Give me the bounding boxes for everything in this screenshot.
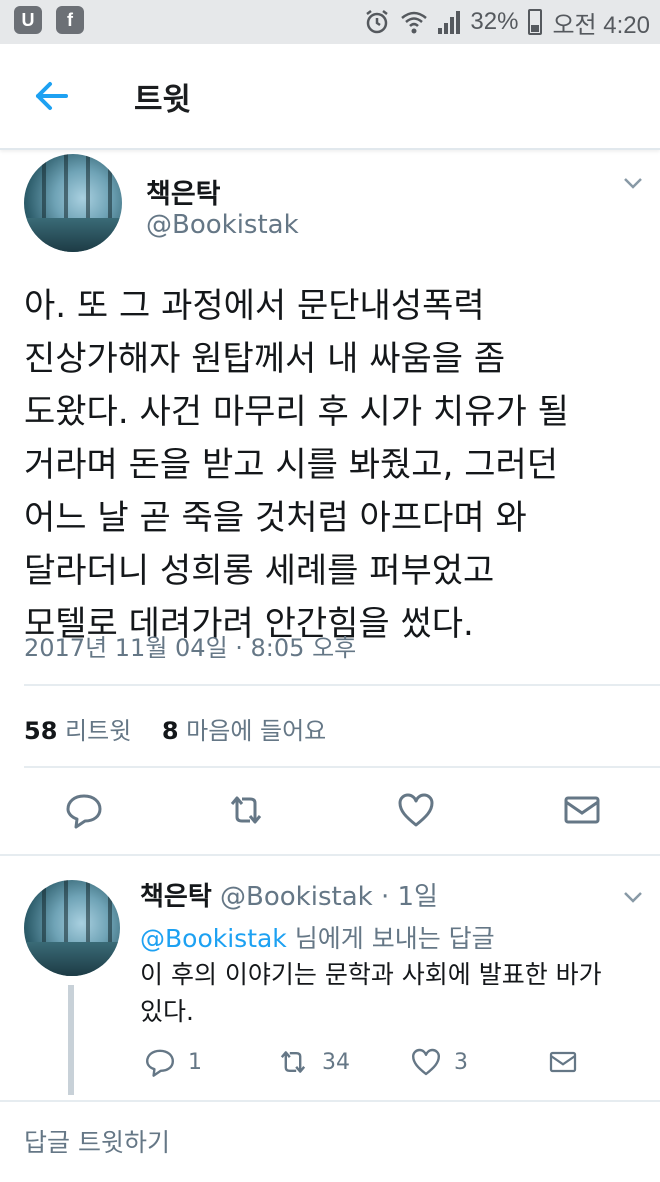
reply-icon xyxy=(146,1049,174,1077)
reply-actions: 1 34 3 xyxy=(140,1044,640,1084)
like-label[interactable]: 마음에 들어요 xyxy=(186,717,326,745)
retweet-count[interactable]: 58 xyxy=(24,717,57,745)
reply-reply-button[interactable]: 1 xyxy=(144,1044,202,1080)
reply-body: 이 후의 이야기는 문학과 사회에 발표한 바가 있다. xyxy=(140,956,640,1030)
retweet-label[interactable]: 리트윗 xyxy=(65,717,131,745)
retweet-icon[interactable] xyxy=(226,790,266,830)
status-bar-system: 32% 오전 4:20 xyxy=(364,6,650,39)
wifi-icon xyxy=(401,11,428,34)
retweet-icon xyxy=(280,1051,306,1073)
status-time: 오전 4:20 xyxy=(552,11,650,39)
signal-icon xyxy=(438,10,461,34)
like-icon xyxy=(412,1048,440,1076)
tweet-line: 어느 날 곧 죽을 것처럼 아프다며 와 xyxy=(24,498,527,538)
author-handle[interactable]: @Bookistak xyxy=(146,210,299,240)
tweet-actions xyxy=(0,790,660,838)
reply-author[interactable]: 책은탁 @Bookistak · 1일 xyxy=(140,876,438,913)
status-bar: U f 32% 오전 4:20 xyxy=(0,0,660,44)
compose-reply-button[interactable]: 답글 트윗하기 xyxy=(24,1123,170,1159)
app-header: 트윗 xyxy=(0,44,660,150)
reply-avatar[interactable] xyxy=(24,880,120,976)
divider xyxy=(0,854,660,856)
reply-meta: @Bookistak · 1일 xyxy=(220,882,438,912)
divider xyxy=(0,1100,660,1102)
like-count[interactable]: 8 xyxy=(162,717,179,745)
facebook-icon: f xyxy=(56,6,84,34)
reply-line: 이 후의 이야기는 문학과 사회에 발표한 바가 xyxy=(140,960,602,989)
status-bar-notifications: U f xyxy=(14,6,84,34)
divider xyxy=(24,684,660,686)
reply-retweet-button[interactable]: 34 xyxy=(276,1044,350,1080)
notification-app-icon: U xyxy=(14,6,42,34)
tweet-line: 진상가해자 원탑께서 내 싸움을 좀 xyxy=(24,339,506,379)
engagement-counts: 58 리트윗 8 마음에 들어요 xyxy=(24,711,326,746)
reply-message-button[interactable] xyxy=(548,1044,578,1080)
battery-percent: 32% xyxy=(470,8,519,35)
message-icon xyxy=(549,1051,577,1073)
tweet-timestamp: 2017년 11월 04일 · 8:05 오후 xyxy=(24,634,357,662)
reply-like-count: 3 xyxy=(454,1049,468,1075)
tweet-line: 도왔다. 사건 마무리 후 시가 치유가 될 xyxy=(24,392,569,432)
divider xyxy=(24,766,660,768)
thread-line xyxy=(68,985,74,1095)
avatar[interactable] xyxy=(24,154,122,252)
reply-line: 있다. xyxy=(140,997,194,1026)
reply-author-name: 책은탁 xyxy=(140,882,212,912)
tweet-body: 아. 또 그 과정에서 문단내성폭력 진상가해자 원탑께서 내 싸움을 좀 도왔… xyxy=(24,280,644,651)
like-icon[interactable] xyxy=(396,790,436,830)
replying-to: @Bookistak 님에게 보내는 답글 xyxy=(140,919,495,955)
tweet-line: 거라며 돈을 받고 시를 봐줬고, 그러던 xyxy=(24,445,559,485)
page-title: 트윗 xyxy=(134,82,192,118)
reply-like-button[interactable]: 3 xyxy=(410,1044,468,1080)
battery-icon xyxy=(528,9,543,35)
reply-chevron-down-icon[interactable] xyxy=(622,886,644,908)
reply-mention-link[interactable]: @Bookistak xyxy=(140,924,287,953)
reply-icon[interactable] xyxy=(64,790,104,830)
back-arrow-icon[interactable] xyxy=(32,76,72,116)
reply-reply-count: 1 xyxy=(188,1049,202,1075)
reply-retweet-count: 34 xyxy=(322,1049,350,1075)
tweet-line: 달라더니 성희롱 세례를 퍼부었고 xyxy=(24,551,495,591)
reply-to-suffix: 님에게 보내는 답글 xyxy=(286,924,495,953)
tweet-line: 아. 또 그 과정에서 문단내성폭력 xyxy=(24,286,485,326)
alarm-icon xyxy=(366,10,389,34)
message-icon[interactable] xyxy=(562,790,602,830)
author-name[interactable]: 책은탁 xyxy=(146,172,221,211)
chevron-down-icon[interactable] xyxy=(622,172,644,194)
